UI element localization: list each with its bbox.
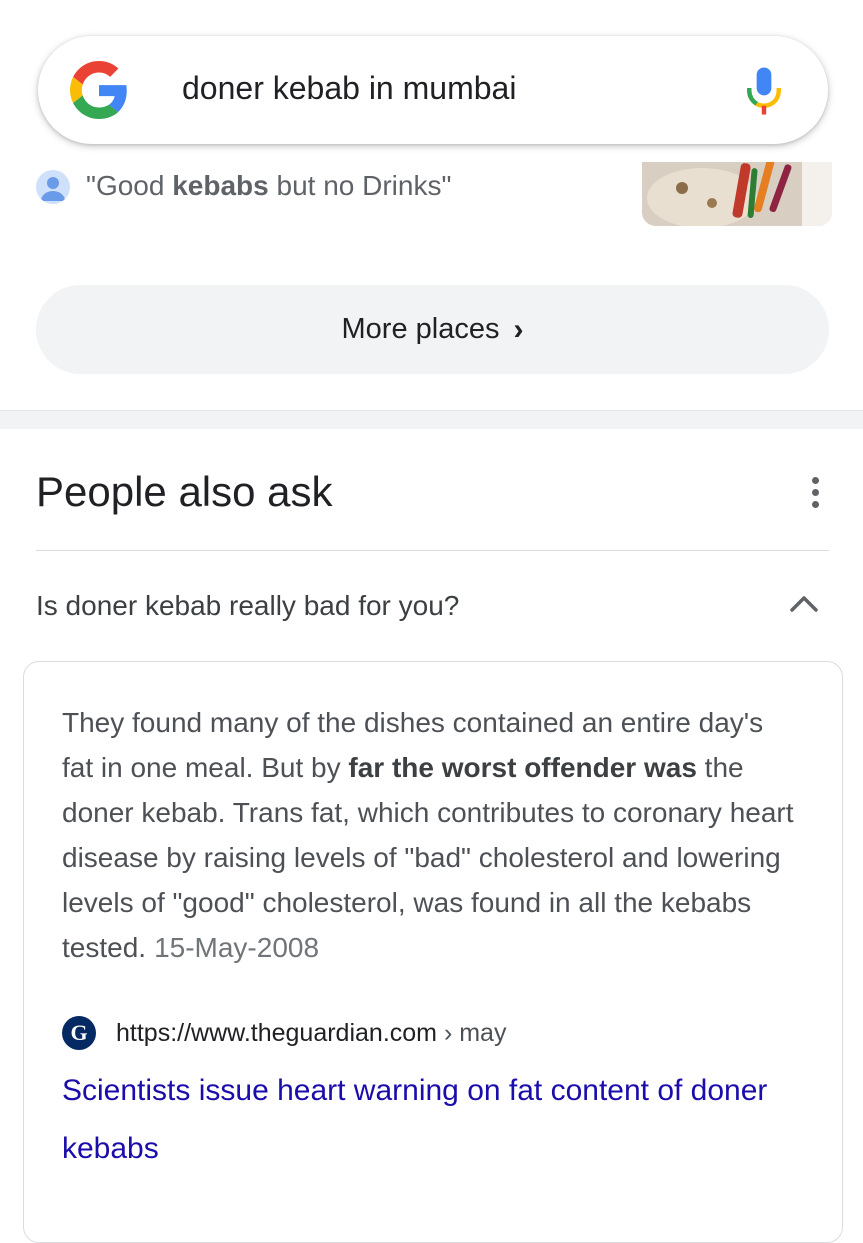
result-title-link[interactable]: Scientists issue heart warning on fat co… [62, 1062, 782, 1178]
avatar-icon [36, 170, 70, 204]
more-options-icon[interactable] [804, 474, 826, 510]
chevron-up-icon[interactable] [788, 592, 820, 616]
answer-card: They found many of the dishes contained … [23, 661, 843, 1243]
search-bar[interactable]: doner kebab in mumbai [38, 36, 828, 144]
place-photo[interactable] [642, 158, 832, 226]
source-url[interactable]: https://www.theguardian.com › may [116, 1019, 506, 1048]
place-review-row[interactable]: "Good kebabs but no Drinks" [36, 158, 836, 240]
google-logo-icon[interactable] [70, 61, 128, 119]
review-quote: "Good kebabs but no Drinks" [86, 170, 452, 201]
search-input[interactable]: doner kebab in mumbai [182, 70, 516, 107]
more-places-button[interactable]: More places › [36, 285, 829, 374]
more-places-label: More places [341, 313, 500, 345]
people-also-ask-heading: People also ask [36, 468, 333, 515]
chevron-right-icon: › [513, 312, 524, 346]
mic-icon[interactable] [746, 66, 782, 116]
answer-date: 15-May-2008 [154, 932, 320, 963]
guardian-favicon-icon: G [62, 1016, 96, 1050]
search-header: doner kebab in mumbai [0, 0, 863, 162]
answer-snippet: They found many of the dishes contained … [62, 707, 794, 963]
paa-question[interactable]: Is doner kebab really bad for you? [36, 590, 459, 622]
divider [36, 550, 829, 551]
source-row[interactable]: G https://www.theguardian.com › may [62, 1016, 506, 1050]
section-divider [0, 410, 863, 429]
